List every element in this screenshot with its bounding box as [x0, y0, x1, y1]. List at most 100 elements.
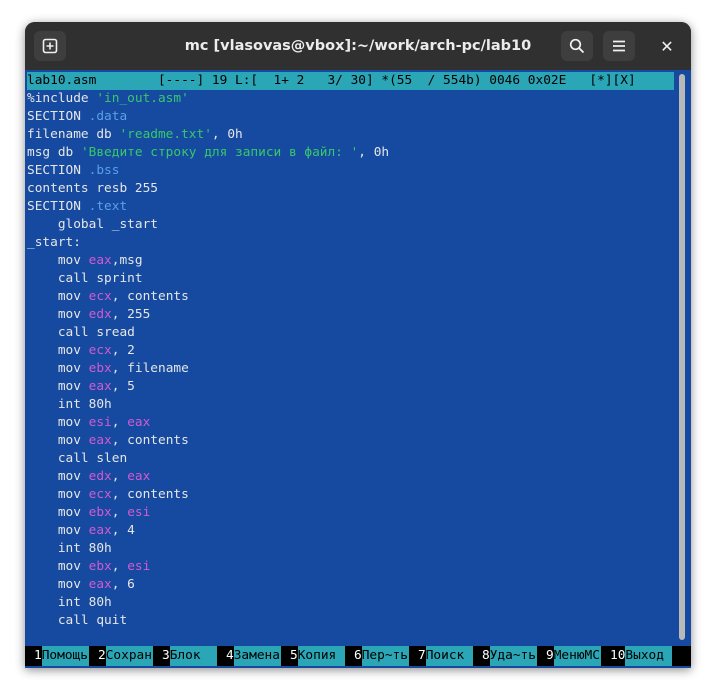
code-line[interactable]: mov eax,msg — [27, 252, 674, 270]
code-token: mov — [27, 379, 89, 394]
code-token: eax — [88, 379, 112, 394]
fkey-8[interactable]: 8 Уда~ть — [473, 646, 537, 666]
code-line[interactable]: msg db 'Введите строку для записи в файл… — [27, 144, 674, 162]
code-token: ,msg — [111, 253, 143, 268]
code-token: eax — [88, 577, 112, 592]
code-line[interactable]: global _start — [27, 216, 674, 234]
search-icon — [569, 38, 585, 54]
code-line[interactable]: mov esi, eax — [27, 414, 674, 432]
code-token: edx — [88, 469, 112, 484]
code-token: , 4 — [111, 523, 135, 538]
code-token: eax — [88, 253, 112, 268]
code-line[interactable]: mov edx, 255 — [27, 306, 674, 324]
code-line[interactable]: mov ecx, 2 — [27, 342, 674, 360]
code-token: int 80h — [27, 397, 112, 412]
code-token: call sprint — [27, 271, 143, 286]
code-token: call quit — [27, 613, 128, 628]
fkey-number: 2 — [89, 646, 106, 666]
code-line[interactable]: mov eax, contents — [27, 432, 674, 450]
code-token: , — [111, 415, 128, 430]
code-token: int 80h — [27, 595, 112, 610]
code-line[interactable]: call quit — [27, 612, 674, 630]
fkey-label: Пер~ть — [361, 646, 409, 666]
code-line[interactable]: mov eax, 6 — [27, 576, 674, 594]
code-line[interactable]: mov ebx, filename — [27, 360, 674, 378]
search-button[interactable] — [561, 31, 593, 61]
code-line[interactable]: mov ebx, esi — [27, 558, 674, 576]
terminal-window: mc [vlasovas@vbox]:~/work/arch-pc/lab10 … — [25, 22, 691, 668]
code-line[interactable]: int 80h — [27, 396, 674, 414]
fkey-10[interactable]: 10 Выход — [601, 646, 672, 666]
code-token: , contents — [111, 433, 189, 448]
fkey-3[interactable]: 3 Блок — [153, 646, 217, 666]
code-token: SECTION — [27, 199, 89, 214]
fkey-number: 1 — [25, 646, 42, 666]
terminal-area[interactable]: lab10.asm [----] 19 L:[ 1+ 2 3/ 30] *(55… — [25, 70, 691, 668]
code-token: _start: — [27, 235, 81, 250]
fkey-number: 9 — [537, 646, 554, 666]
code-line[interactable]: call sread — [27, 324, 674, 342]
fkey-5[interactable]: 5 Копия — [281, 646, 345, 666]
code-token: mov — [27, 433, 89, 448]
code-token: eax — [88, 523, 112, 538]
fkey-label: Выход — [625, 646, 672, 666]
code-line[interactable]: call sprint — [27, 270, 674, 288]
code-token: ecx — [88, 343, 112, 358]
code-line[interactable]: mov edx, eax — [27, 468, 674, 486]
fkey-7[interactable]: 7 Поиск — [409, 646, 473, 666]
fkey-label: МенюMC — [553, 646, 601, 666]
code-token: mov — [27, 289, 89, 304]
code-token: mov — [27, 415, 89, 430]
code-editor[interactable]: %include 'in_out.asm' SECTION .data filena… — [27, 90, 674, 630]
code-line[interactable]: int 80h — [27, 594, 674, 612]
code-token: ecx — [88, 487, 112, 502]
code-line[interactable]: mov eax, 4 — [27, 522, 674, 540]
fkey-2[interactable]: 2 Сохран — [89, 646, 153, 666]
fkey-number: 5 — [281, 646, 298, 666]
fkey-label: Копия — [297, 646, 345, 666]
code-line[interactable]: SECTION .text — [27, 198, 674, 216]
fkey-6[interactable]: 6 Пер~ть — [345, 646, 409, 666]
code-line[interactable]: _start: — [27, 234, 674, 252]
code-line[interactable]: call slen — [27, 450, 674, 468]
code-line[interactable]: filename db 'readme.txt', 0h — [27, 126, 674, 144]
close-icon: ✕ — [660, 36, 674, 56]
code-token: .data — [88, 109, 128, 124]
code-token: , filename — [111, 361, 189, 376]
code-token: int 80h — [27, 541, 112, 556]
code-line[interactable]: mov ebx, esi — [27, 504, 674, 522]
fkey-label: Помощь — [41, 646, 89, 666]
fkey-4[interactable]: 4 Замена — [217, 646, 281, 666]
hamburger-menu-icon — [613, 40, 625, 52]
code-line[interactable]: %include 'in_out.asm' — [27, 90, 674, 108]
code-line[interactable]: SECTION .bss — [27, 162, 674, 180]
fkey-1[interactable]: 1 Помощь — [25, 646, 89, 666]
code-token: eax — [88, 433, 112, 448]
code-line[interactable]: mov ecx, contents — [27, 288, 674, 306]
code-line[interactable]: int 80h — [27, 540, 674, 558]
fkey-number: 6 — [345, 646, 362, 666]
code-token: filename db — [27, 127, 120, 142]
code-line[interactable]: mov ecx, contents — [27, 486, 674, 504]
code-token: , 6 — [111, 577, 135, 592]
fkey-number: 4 — [217, 646, 234, 666]
fkey-label: Замена — [233, 646, 281, 666]
code-token: , 2 — [111, 343, 135, 358]
fkey-label: Поиск — [425, 646, 473, 666]
code-line[interactable]: contents resb 255 — [27, 180, 674, 198]
scrollbar-thumb[interactable] — [679, 74, 685, 640]
code-line[interactable]: mov eax, 5 — [27, 378, 674, 396]
code-token: esi — [127, 559, 151, 574]
code-token: mov — [27, 487, 89, 502]
code-token: mov — [27, 343, 89, 358]
close-button[interactable]: ✕ — [651, 31, 683, 61]
fkey-9[interactable]: 9 МенюMC — [537, 646, 601, 666]
code-line[interactable]: SECTION .data — [27, 108, 674, 126]
code-token: , — [111, 469, 128, 484]
new-tab-button[interactable] — [34, 31, 66, 61]
code-token: mov — [27, 307, 89, 322]
code-token: eax — [127, 469, 151, 484]
code-token: ebx — [88, 559, 112, 574]
menu-button[interactable] — [603, 31, 635, 61]
code-token: , contents — [111, 487, 189, 502]
